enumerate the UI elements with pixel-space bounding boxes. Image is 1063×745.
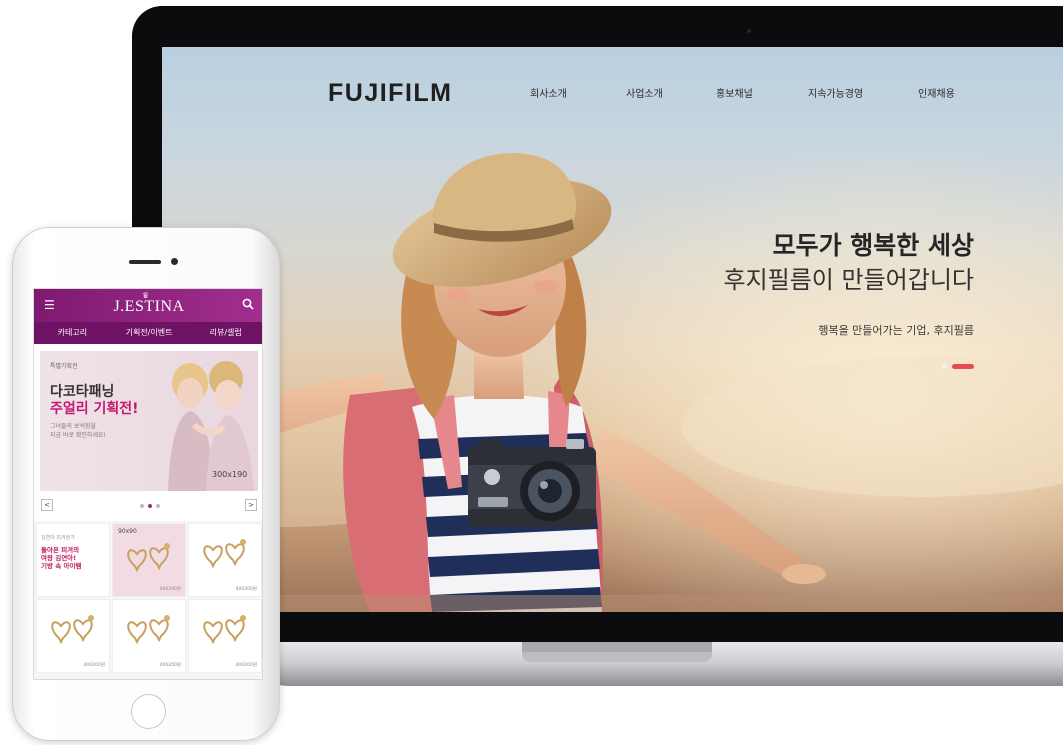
- product-grid: 김연아 피겨퀸가 돌아온 피겨의 여왕 김연아! 기방 속 아이템 90x90 …: [34, 521, 262, 679]
- banner-desc-line1: 그녀들의 보석함을: [50, 423, 97, 430]
- product-price: 400200원: [159, 663, 181, 668]
- app-logo[interactable]: J.ESTINA: [34, 298, 262, 316]
- site-logo[interactable]: FUJIFILM: [328, 79, 453, 108]
- device-mockup: FUJIFILM 회사소개 사업소개 홍보채널 지속가능경영 인재채용 모두가 …: [0, 0, 1063, 745]
- phone-screen: ☰ ♛ J.ESTINA 카테고리 기획전/이벤트 리뷰/셀럽 특별기획전 다코…: [33, 288, 263, 680]
- jewelry-image: [203, 615, 246, 645]
- nav-item-pr[interactable]: 홍보채널: [716, 85, 808, 100]
- laptop-screen: FUJIFILM 회사소개 사업소개 홍보채널 지속가능경영 인재채용 모두가 …: [162, 47, 1063, 612]
- hero-subtitle: 후지필름이 만들어갑니다: [723, 266, 974, 294]
- product-card[interactable]: 400200원: [188, 523, 262, 597]
- hero-headline: 모두가 행복한 세상 후지필름이 만들어갑니다: [723, 229, 974, 297]
- banner-title: 다코타패닝 주얼리 기획전!: [50, 384, 139, 418]
- jewelry-image: [127, 543, 170, 573]
- promo-eyebrow: 김연아 피겨퀸가: [41, 535, 75, 541]
- banner-pagination: [140, 504, 160, 508]
- promo-line3: 기방 속 아이템: [41, 562, 82, 570]
- promo-line1: 돌아온 피겨의: [41, 546, 80, 554]
- jewelry-image: [127, 615, 170, 645]
- nav-item-careers[interactable]: 인재채용: [918, 85, 1014, 100]
- banner-next-button[interactable]: >: [245, 499, 257, 511]
- banner-title-line1: 다코타패닝: [50, 384, 115, 400]
- banner-desc: 그녀들의 보석함을 지금 바로 확인하세요!: [50, 422, 106, 440]
- hero-dot-active[interactable]: [952, 364, 974, 369]
- tab-reviews[interactable]: 리뷰/셀럽: [187, 322, 262, 344]
- app-header: ☰ ♛ J.ESTINA: [34, 289, 262, 322]
- site-nav: 회사소개 사업소개 홍보채널 지속가능경영 인재채용: [530, 85, 1014, 100]
- banner-dot[interactable]: [140, 504, 144, 508]
- product-card[interactable]: 400200원: [36, 599, 110, 673]
- phone-camera: [171, 258, 178, 265]
- product-price: 400200원: [235, 587, 257, 592]
- product-price: 400200원: [235, 663, 257, 668]
- laptop-camera: [747, 29, 751, 33]
- promo-title: 돌아온 피겨의 여왕 김연아! 기방 속 아이템: [41, 546, 81, 570]
- product-price: 400200원: [159, 587, 181, 592]
- app-tabs: 카테고리 기획전/이벤트 리뷰/셀럽: [34, 322, 262, 344]
- search-icon[interactable]: [242, 298, 254, 310]
- nav-item-business[interactable]: 사업소개: [626, 85, 716, 100]
- hero-pagination: [942, 364, 974, 369]
- promo-line2: 여왕 김연아!: [41, 554, 77, 562]
- home-button[interactable]: [131, 694, 166, 729]
- hero-tagline: 행복을 만들어가는 기업, 후지필름: [818, 324, 974, 337]
- hero-dot[interactable]: [942, 364, 947, 369]
- phone: ☰ ♛ J.ESTINA 카테고리 기획전/이벤트 리뷰/셀럽 특별기획전 다코…: [12, 227, 280, 741]
- banner-dot[interactable]: [156, 504, 160, 508]
- phone-speaker: [129, 260, 161, 264]
- banner-eyebrow: 특별기획전: [50, 363, 78, 370]
- banner-prev-button[interactable]: <: [41, 499, 53, 511]
- product-card[interactable]: 400200원: [188, 599, 262, 673]
- jewelry-image: [51, 615, 94, 645]
- tab-category[interactable]: 카테고리: [34, 322, 111, 344]
- nav-item-sustainability[interactable]: 지속가능경영: [808, 85, 918, 100]
- promo-cell[interactable]: 김연아 피겨퀸가 돌아온 피겨의 여왕 김연아! 기방 속 아이템: [36, 523, 110, 597]
- nav-item-company[interactable]: 회사소개: [530, 85, 626, 100]
- tab-events[interactable]: 기획전/이벤트: [111, 322, 188, 344]
- banner-desc-line2: 지금 바로 확인하세요!: [50, 432, 106, 439]
- hero-title: 모두가 행복한 세상: [772, 231, 974, 260]
- promo-banner[interactable]: 특별기획전 다코타패닝 주얼리 기획전! 그녀들의 보석함을 지금 바로 확인하…: [40, 351, 258, 491]
- product-size-tag: 90x90: [118, 528, 137, 535]
- product-card[interactable]: 90x90 400200원: [112, 523, 186, 597]
- banner-size-label: 300x190: [212, 470, 248, 479]
- jewelry-image: [203, 539, 246, 569]
- banner-dot-active[interactable]: [148, 504, 152, 508]
- banner-title-line2: 주얼리 기획전!: [50, 401, 139, 417]
- product-price: 400200원: [83, 663, 105, 668]
- product-card[interactable]: 400200원: [112, 599, 186, 673]
